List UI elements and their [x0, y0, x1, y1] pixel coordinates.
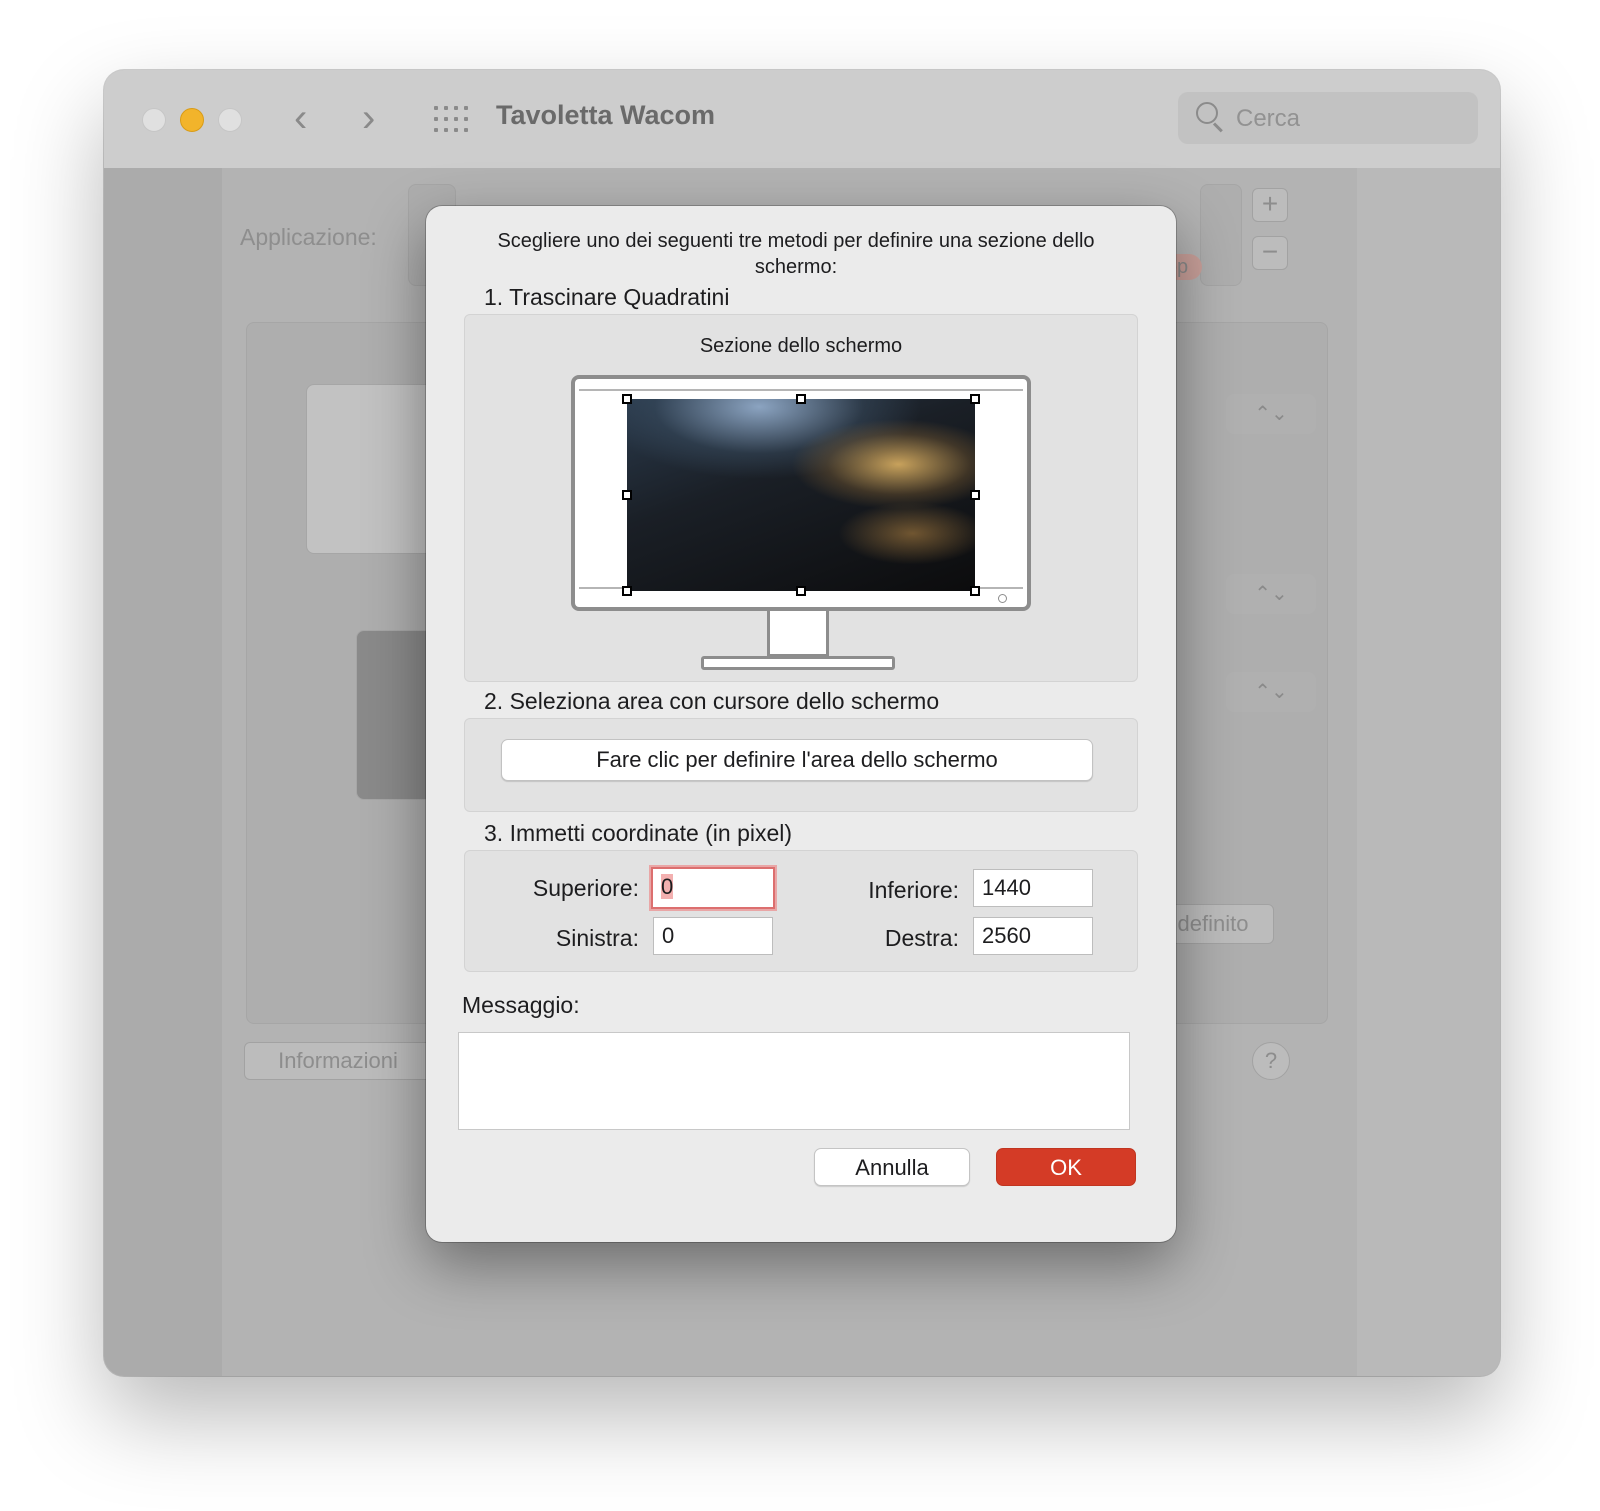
handle-bottom-center[interactable]: [796, 586, 806, 596]
zoom-window-button[interactable]: [218, 108, 242, 132]
monitor-stand-base: [701, 656, 895, 670]
help-button[interactable]: ?: [1252, 1042, 1290, 1080]
handle-bottom-left[interactable]: [622, 586, 632, 596]
right-pane: [1357, 168, 1500, 1376]
info-button[interactable]: Informazioni: [244, 1042, 432, 1080]
display-popup[interactable]: ⌃⌄: [1226, 672, 1316, 712]
search-icon: [1196, 102, 1220, 126]
bottom-coordinate-input[interactable]: 1440: [973, 869, 1093, 907]
mapping-popup[interactable]: ⌃⌄: [1226, 394, 1316, 434]
ok-button[interactable]: OK: [996, 1148, 1136, 1186]
handle-middle-left[interactable]: [622, 490, 632, 500]
screen-preview-label: Sezione dello schermo: [699, 335, 903, 357]
handle-bottom-right[interactable]: [970, 586, 980, 596]
selected-screen-area[interactable]: [622, 394, 980, 596]
chevron-left-icon[interactable]: ‹: [294, 98, 307, 138]
search-field[interactable]: Cerca: [1178, 92, 1478, 144]
minimize-window-button[interactable]: [180, 108, 204, 132]
left-coordinate-label: Sinistra:: [555, 925, 639, 951]
sidebar: [104, 168, 222, 1376]
right-coordinate-label: Destra:: [884, 925, 959, 951]
cursor-select-section: Fare clic per definire l'area dello sche…: [464, 718, 1138, 812]
handle-middle-right[interactable]: [970, 490, 980, 500]
monitor-menubar-line: [579, 389, 1023, 391]
search-placeholder: Cerca: [1236, 105, 1301, 132]
application-list-right[interactable]: [1200, 184, 1242, 286]
title-bar: ‹ › Tavoletta Wacom Cerca: [104, 70, 1500, 169]
left-coordinate-input[interactable]: 0: [653, 917, 773, 955]
window-title: Tavoletta Wacom: [496, 100, 716, 130]
monitor-power-icon: [998, 594, 1007, 603]
handle-top-center[interactable]: [796, 394, 806, 404]
section1-title: 1. Trascinare Quadratini: [484, 284, 730, 310]
top-coordinate-label: Superiore:: [532, 875, 639, 901]
monitor-preview: [571, 375, 1031, 611]
grid-icon[interactable]: [434, 106, 468, 132]
chevron-right-icon[interactable]: ›: [362, 98, 375, 138]
monitor-stand-neck: [767, 611, 829, 657]
message-label: Messaggio:: [462, 992, 580, 1018]
drag-handles-section: Sezione dello schermo: [464, 314, 1138, 682]
coordinates-section: Superiore: 0 Inferiore: 1440 Sinistra: 0…: [464, 850, 1138, 972]
add-application-button[interactable]: +: [1252, 188, 1288, 222]
message-box: [458, 1032, 1130, 1130]
close-window-button[interactable]: [142, 108, 166, 132]
handle-top-right[interactable]: [970, 394, 980, 404]
orientation-popup[interactable]: ⌃⌄: [1226, 574, 1316, 614]
bottom-coordinate-label: Inferiore:: [868, 877, 959, 903]
dialog-instructions: Scegliere uno dei seguenti tre metodi pe…: [497, 230, 1095, 278]
top-coordinate-value: 0: [661, 874, 674, 899]
section3-title: 3. Immetti coordinate (in pixel): [484, 820, 793, 846]
cancel-button[interactable]: Annulla: [814, 1148, 970, 1186]
handle-top-left[interactable]: [622, 394, 632, 404]
define-screen-area-button[interactable]: Fare clic per definire l'area dello sche…: [501, 739, 1093, 781]
screen-area-dialog: Scegliere uno dei seguenti tre metodi pe…: [426, 206, 1176, 1242]
top-coordinate-input[interactable]: 0: [651, 867, 775, 909]
section2-title: 2. Seleziona area con cursore dello sche…: [484, 688, 940, 714]
application-label: Applicazione:: [240, 224, 377, 250]
tablet-illustration: [306, 384, 438, 554]
right-coordinate-input[interactable]: 2560: [973, 917, 1093, 955]
remove-application-button[interactable]: −: [1252, 236, 1288, 270]
